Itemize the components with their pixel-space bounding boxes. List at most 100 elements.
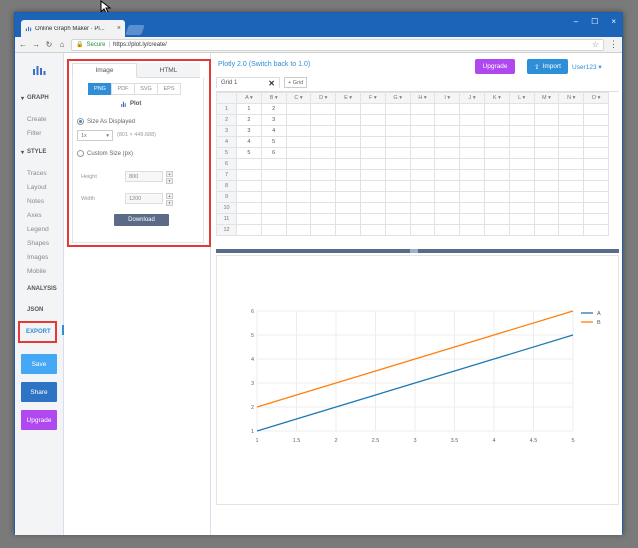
grid-cell[interactable]: [359, 147, 386, 159]
grid-cell[interactable]: [335, 224, 361, 236]
row-header[interactable]: 8: [216, 180, 237, 192]
home-icon[interactable]: ⌂: [58, 40, 66, 49]
line-chart[interactable]: 1 2 3 4 5 6 1 1.5 2 2.5 3 3.5 4 4.5 5 AB: [217, 256, 620, 506]
grid-cell[interactable]: [483, 224, 510, 236]
grid-cell[interactable]: [409, 125, 436, 137]
import-button[interactable]: ⇪ Import: [527, 59, 568, 74]
grid-cell[interactable]: [260, 158, 287, 170]
grid-cell[interactable]: [335, 213, 361, 225]
grid-cell[interactable]: [384, 114, 411, 126]
row-header[interactable]: 1: [216, 103, 237, 115]
grid-cell[interactable]: 4: [260, 125, 287, 137]
grid-cell[interactable]: [434, 191, 461, 203]
row-header[interactable]: 11: [216, 213, 237, 225]
sidebar-section-style[interactable]: ▾ STYLE: [21, 149, 46, 156]
grid-cell[interactable]: [483, 158, 510, 170]
grid-cell[interactable]: [583, 158, 609, 170]
grid-cell[interactable]: [236, 169, 262, 181]
grid-cell[interactable]: [459, 213, 485, 225]
grid-cell[interactable]: [459, 103, 485, 115]
grid-cell[interactable]: [583, 103, 609, 115]
grid-cell[interactable]: [384, 180, 411, 192]
plotly-version-link[interactable]: Plotly 2.0 (Switch back to 1.0): [218, 61, 310, 68]
grid-cell[interactable]: [335, 103, 361, 115]
grid-cell[interactable]: [409, 224, 436, 236]
grid-cell[interactable]: 2: [236, 114, 262, 126]
grid-cell[interactable]: [285, 191, 312, 203]
grid-cell[interactable]: [558, 169, 585, 181]
maximize-icon[interactable]: ☐: [591, 17, 598, 26]
sidebar-item-notes[interactable]: Notes: [27, 198, 44, 205]
grid-cell[interactable]: [583, 191, 609, 203]
reload-icon[interactable]: ↻: [45, 40, 53, 49]
grid-cell[interactable]: [434, 169, 461, 181]
grid-cell[interactable]: [260, 169, 287, 181]
back-icon[interactable]: ←: [19, 40, 27, 49]
grid-corner[interactable]: [216, 92, 237, 104]
grid-cell[interactable]: [260, 224, 287, 236]
grid-cell[interactable]: [483, 103, 510, 115]
sidebar-item-axes[interactable]: Axes: [27, 212, 41, 219]
custom-size-radio[interactable]: Custom Size (px): [77, 150, 133, 157]
grid-cell[interactable]: [335, 191, 361, 203]
grid-cell[interactable]: [310, 213, 337, 225]
grid-cell[interactable]: [359, 213, 386, 225]
grid-cell[interactable]: [236, 224, 262, 236]
grid-cell[interactable]: [483, 191, 510, 203]
grid-cell[interactable]: [483, 136, 510, 148]
grid-cell[interactable]: [384, 136, 411, 148]
grid-cell[interactable]: [359, 202, 386, 214]
width-input[interactable]: 1200: [125, 193, 163, 204]
grid-cell[interactable]: [359, 114, 386, 126]
sidebar-section-json[interactable]: JSON: [27, 307, 43, 313]
grid-cell[interactable]: [236, 158, 262, 170]
grid-cell[interactable]: [533, 180, 560, 192]
grid-cell[interactable]: [583, 224, 609, 236]
row-header[interactable]: 7: [216, 169, 237, 181]
sidebar-item-images[interactable]: Images: [27, 254, 48, 261]
grid-cell[interactable]: [384, 158, 411, 170]
grid-cell[interactable]: [236, 213, 262, 225]
grid-cell[interactable]: [508, 180, 535, 192]
minimize-icon[interactable]: –: [574, 17, 578, 26]
grid-cell[interactable]: [558, 158, 585, 170]
grid-cell[interactable]: [384, 191, 411, 203]
grid-cell[interactable]: [285, 103, 312, 115]
grid-close-icon[interactable]: ✕: [268, 79, 275, 88]
grid-cell[interactable]: [558, 147, 585, 159]
column-header[interactable]: A ▾: [236, 92, 262, 104]
format-pdf-button[interactable]: PDF: [111, 83, 135, 95]
grid-cell[interactable]: [483, 213, 510, 225]
column-header[interactable]: E ▾: [335, 92, 361, 104]
column-header[interactable]: O ▾: [583, 92, 609, 104]
grid-splitter[interactable]: [216, 249, 619, 253]
grid-cell[interactable]: [508, 213, 535, 225]
grid-cell[interactable]: [335, 169, 361, 181]
grid-cell[interactable]: [236, 202, 262, 214]
grid-cell[interactable]: [508, 136, 535, 148]
row-header[interactable]: 6: [216, 158, 237, 170]
add-grid-button[interactable]: + Grid: [284, 77, 308, 88]
row-header[interactable]: 4: [216, 136, 237, 148]
grid-cell[interactable]: [359, 169, 386, 181]
column-header[interactable]: B ▾: [260, 92, 287, 104]
grid-cell[interactable]: [558, 213, 585, 225]
row-header[interactable]: 3: [216, 125, 237, 137]
grid-cell[interactable]: [459, 114, 485, 126]
grid-cell[interactable]: 4: [236, 136, 262, 148]
grid-cell[interactable]: [459, 125, 485, 137]
column-header[interactable]: C ▾: [285, 92, 312, 104]
grid-cell[interactable]: [508, 103, 535, 115]
upgrade-button[interactable]: Upgrade: [475, 59, 515, 74]
row-header[interactable]: 10: [216, 202, 237, 214]
format-eps-button[interactable]: EPS: [157, 83, 181, 95]
grid-cell[interactable]: [285, 213, 312, 225]
grid-cell[interactable]: [483, 125, 510, 137]
tab-close-icon[interactable]: ×: [117, 25, 121, 32]
column-header[interactable]: H ▾: [409, 92, 436, 104]
grid-cell[interactable]: [583, 169, 609, 181]
grid-cell[interactable]: [384, 213, 411, 225]
grid-cell[interactable]: [508, 191, 535, 203]
grid-cell[interactable]: [434, 180, 461, 192]
grid-cell[interactable]: [310, 191, 337, 203]
